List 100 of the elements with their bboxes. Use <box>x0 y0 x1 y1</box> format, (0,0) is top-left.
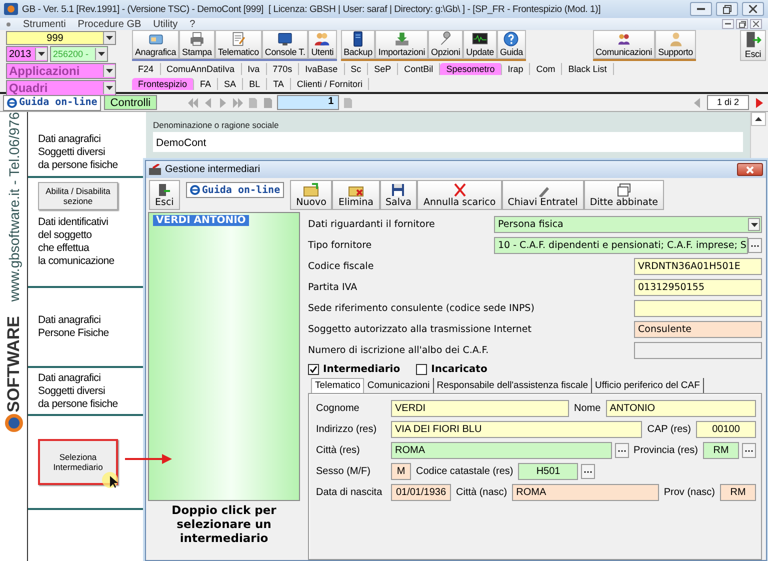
exit-button[interactable]: Esci <box>740 30 766 61</box>
logo-icon <box>4 412 24 434</box>
checkbox[interactable] <box>308 364 319 375</box>
first-page-icon[interactable] <box>186 96 199 108</box>
toolbar-button[interactable]: Supporto <box>655 30 696 59</box>
module-tab[interactable]: Iva <box>242 62 267 74</box>
toolbar-button[interactable]: Salva <box>380 180 418 210</box>
menu-item[interactable]: Procedure GB <box>78 18 142 30</box>
next-page-icon[interactable] <box>753 96 765 108</box>
input-field[interactable]: ROMA <box>512 484 659 501</box>
input-field[interactable]: RM <box>703 442 739 459</box>
tab[interactable]: Telematico <box>311 378 364 393</box>
toolbar-button[interactable]: Guida <box>496 30 526 59</box>
input-field[interactable]: 00100 <box>696 421 756 438</box>
close-button[interactable] <box>742 2 764 16</box>
company-name-field[interactable]: DemoCont <box>153 132 743 152</box>
input-field[interactable]: 01312950155 <box>634 279 762 296</box>
toolbar-button[interactable]: Comunicazioni <box>592 30 656 59</box>
input-field[interactable]: 01/01/1936 <box>391 484 451 501</box>
lookup-button[interactable] <box>742 443 756 458</box>
toolbar-button[interactable]: Stampa <box>179 30 215 59</box>
toolbar-button[interactable]: Annulla scarico <box>417 180 502 210</box>
section-tab[interactable]: TA <box>267 78 291 90</box>
checkbox[interactable] <box>416 364 428 375</box>
exit-button[interactable]: Esci <box>149 180 180 210</box>
toolbar-button[interactable]: Importazioni <box>375 30 428 59</box>
section-button[interactable]: Abilita / Disabilita sezione <box>38 182 118 210</box>
checks-button[interactable]: Controlli <box>104 95 157 110</box>
tab[interactable]: Comunicazioni <box>364 378 434 393</box>
minimize-icon <box>697 7 705 11</box>
close-button[interactable] <box>750 19 762 29</box>
lookup-button[interactable] <box>748 238 762 253</box>
module-tab[interactable]: Spesometro <box>440 62 502 74</box>
toolbar-button[interactable]: Elimina <box>332 180 380 210</box>
module-tab[interactable]: F24 <box>132 62 161 74</box>
input-field[interactable] <box>634 300 762 317</box>
section-tab[interactable]: Frontespizio <box>132 78 194 90</box>
last-page-icon[interactable] <box>232 96 244 108</box>
dropdown-arrow-button[interactable] <box>748 218 760 231</box>
online-guide-button[interactable]: Guida on-line <box>3 94 102 110</box>
toolbar-button[interactable]: Nuovo <box>290 180 332 210</box>
windows-icon <box>616 183 632 197</box>
module-tab[interactable]: Com <box>530 62 562 74</box>
scroll-up-button[interactable] <box>751 112 766 126</box>
dropdown[interactable]: Persona fisica <box>494 216 762 233</box>
field-label: Data di nascita <box>315 487 384 498</box>
lookup-button[interactable] <box>581 464 596 479</box>
toolbar-button[interactable]: Telematico <box>214 30 262 59</box>
lookup-button[interactable] <box>614 443 629 458</box>
menu-item[interactable]: Strumenti <box>23 18 66 30</box>
input-field[interactable]: VRDNTN36A01H501E <box>634 258 762 275</box>
module-tab[interactable]: Black List <box>562 62 614 74</box>
module-tab[interactable]: ComuAnnDatiIva <box>160 62 242 74</box>
tab[interactable]: Responsabile dell'assistenza fiscale <box>434 378 592 393</box>
toolbar-button[interactable]: Update <box>463 30 497 59</box>
restore-button[interactable] <box>736 19 748 29</box>
section-tab[interactable]: SA <box>218 78 244 90</box>
input-field[interactable]: ANTONIO <box>606 400 756 417</box>
section-tab[interactable]: BL <box>243 78 268 90</box>
caret-icon <box>106 86 113 90</box>
hint-text: Doppio click per selezionare un intermediario <box>170 502 278 545</box>
company-dropdown[interactable]: 999 <box>6 31 116 45</box>
input-field[interactable]: M <box>391 463 411 480</box>
page-icon[interactable] <box>246 96 259 108</box>
toolbar-button[interactable]: Utenti <box>308 30 337 59</box>
section-tab[interactable]: FA <box>194 78 218 90</box>
toolbar-button[interactable]: Ditte abbinate <box>584 180 664 210</box>
minimize-button[interactable] <box>722 19 734 29</box>
input-field[interactable]: Consulente <box>634 321 762 338</box>
field-label: Indirizzo (res) <box>315 424 378 435</box>
input-field[interactable]: VERDI <box>391 400 569 417</box>
list-item[interactable]: VERDI ANTONIO <box>153 215 249 226</box>
field-label: Partita IVA <box>308 282 358 293</box>
tab[interactable]: Ufficio periferico del CAF <box>592 378 704 393</box>
toolbar-button[interactable]: Anagrafica <box>132 30 180 59</box>
toolbar-button[interactable]: Backup <box>340 30 376 59</box>
page-field[interactable]: 1 <box>276 95 339 110</box>
section-button[interactable]: Seleziona Intermediario <box>38 439 118 485</box>
toolbar-button[interactable]: Console T. <box>262 30 308 59</box>
toolbar-button[interactable]: Chiavi Entratel <box>502 180 584 210</box>
restore-button[interactable] <box>716 2 738 16</box>
module-tab[interactable]: Sc <box>344 62 368 74</box>
section-tab[interactable]: Clienti / Fornitori <box>290 78 370 90</box>
close-button[interactable] <box>737 163 763 176</box>
online-guide-button[interactable]: Guida on-line <box>186 182 284 198</box>
year-dropdown[interactable]: 2013 <box>6 46 48 62</box>
minimize-button[interactable] <box>690 2 712 16</box>
input-field[interactable]: H501 <box>518 463 578 480</box>
input-field[interactable]: ROMA <box>391 442 612 459</box>
toolbar-button[interactable]: Opzioni <box>428 30 464 59</box>
menu-item[interactable]: ? <box>190 18 196 30</box>
module-tab[interactable]: IvaBase <box>299 62 345 74</box>
menu-item[interactable]: Utility <box>153 18 178 30</box>
module-tab[interactable]: 770s <box>266 62 300 74</box>
input-field[interactable]: RM <box>720 484 756 501</box>
input-field[interactable]: 10 - C.A.F. dipendenti e pensionati; C.A.F. imprese; S <box>494 237 748 254</box>
module-tab[interactable]: SeP <box>368 62 398 74</box>
input-field[interactable] <box>634 342 762 359</box>
module-tab[interactable]: Irap <box>502 62 530 74</box>
input-field[interactable]: VIA DEI FIORI BLU <box>391 421 642 438</box>
